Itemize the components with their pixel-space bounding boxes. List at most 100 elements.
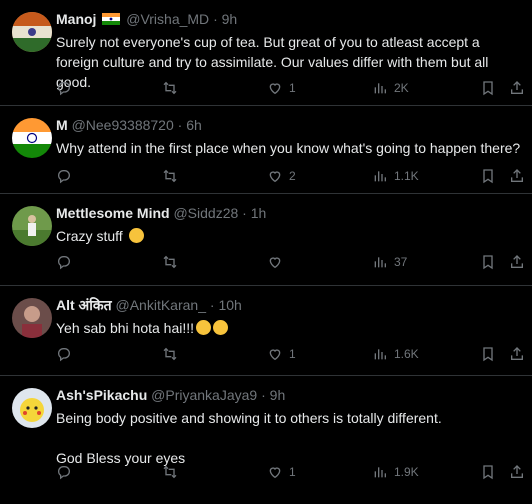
tweet[interactable]: M @Nee93388720 · 6h Why attend in the fi… <box>0 106 532 194</box>
flushed-emoji-icon <box>196 320 212 335</box>
bookmark-button[interactable] <box>480 254 496 270</box>
display-name[interactable]: Alt अंकित <box>56 297 112 313</box>
laughing-crying-emoji-icon <box>128 228 144 243</box>
reply-icon <box>58 82 70 96</box>
retweet-button[interactable] <box>162 464 178 480</box>
like-count: 2 <box>289 169 296 183</box>
share-button[interactable] <box>509 168 525 184</box>
india-flag-icon <box>102 11 121 25</box>
retweet-button[interactable] <box>162 168 178 184</box>
like-icon <box>269 349 281 361</box>
tweet[interactable]: Ash'sPikachu @PriyankaJaya9 · 9h Being b… <box>0 376 532 504</box>
avatar[interactable] <box>12 298 52 338</box>
share-button[interactable] <box>509 464 525 480</box>
reply-icon <box>58 466 70 480</box>
user-handle[interactable]: @Siddz28 <box>173 205 238 221</box>
tweet-text: Yeh sab bhi hota hai!!! <box>56 318 522 338</box>
reply-icon <box>58 348 70 362</box>
like-icon <box>269 83 281 95</box>
like-icon <box>269 171 281 183</box>
share-icon <box>511 81 523 94</box>
like-button[interactable]: 1 <box>267 464 296 480</box>
reply-button[interactable] <box>56 254 72 270</box>
avatar[interactable] <box>12 12 52 52</box>
bookmark-button[interactable] <box>480 464 496 480</box>
bookmark-button[interactable] <box>480 346 496 362</box>
share-icon <box>511 255 523 268</box>
separator-dot: · <box>261 387 266 403</box>
view-count: 2K <box>394 81 409 95</box>
view-count: 1.9K <box>394 465 419 479</box>
display-name[interactable]: Mettlesome Mind <box>56 205 170 221</box>
display-name[interactable]: Manoj <box>56 11 96 27</box>
reply-button[interactable] <box>56 168 72 184</box>
tweet-text: Why attend in the first place when you k… <box>56 140 521 156</box>
retweet-button[interactable] <box>162 254 178 270</box>
bookmark-button[interactable] <box>480 80 496 96</box>
reply-button[interactable] <box>56 346 72 362</box>
views-button[interactable]: 1.9K <box>372 464 419 480</box>
views-button[interactable]: 1.6K <box>372 346 419 362</box>
retweet-icon <box>163 465 177 479</box>
retweet-icon <box>163 255 177 269</box>
share-icon <box>511 347 523 360</box>
timestamp[interactable]: 1h <box>251 205 267 221</box>
views-icon <box>374 467 386 478</box>
user-handle[interactable]: @Vrisha_MD <box>126 11 209 27</box>
user-handle[interactable]: @Nee93388720 <box>72 117 174 133</box>
reply-button[interactable] <box>56 464 72 480</box>
view-count: 1.1K <box>394 169 419 183</box>
user-handle[interactable]: @PriyankaJaya9 <box>151 387 257 403</box>
display-name[interactable]: M <box>56 117 68 133</box>
timestamp[interactable]: 6h <box>186 117 202 133</box>
like-count: 1 <box>289 81 296 95</box>
like-button[interactable] <box>267 254 283 270</box>
bookmark-icon <box>483 169 493 184</box>
share-button[interactable] <box>509 346 525 362</box>
bookmark-button[interactable] <box>480 168 496 184</box>
tweet-text-content: Crazy stuff <box>56 228 123 244</box>
retweet-button[interactable] <box>162 346 178 362</box>
tweet[interactable]: Alt अंकित @AnkitKaran_ · 10h Yeh sab bhi… <box>0 286 532 376</box>
timestamp[interactable]: 10h <box>218 297 241 313</box>
like-icon <box>269 257 281 269</box>
view-count: 1.6K <box>394 347 419 361</box>
bookmark-icon <box>483 347 493 362</box>
avatar[interactable] <box>12 118 52 158</box>
tweet-text: Being body positive and showing it to ot… <box>56 410 442 466</box>
astonished-emoji-icon <box>213 320 229 335</box>
separator-dot: · <box>209 297 215 313</box>
share-button[interactable] <box>509 80 525 96</box>
retweet-button[interactable] <box>162 80 178 96</box>
like-count: 1 <box>289 347 296 361</box>
separator-dot: · <box>242 205 247 221</box>
like-button[interactable]: 1 <box>267 80 296 96</box>
like-button[interactable]: 1 <box>267 346 296 362</box>
views-button[interactable]: 2K <box>372 80 409 96</box>
reply-feed: Manoj @Vrisha_MD · 9h Surely not everyon… <box>0 0 532 504</box>
view-count: 37 <box>394 255 408 269</box>
tweet[interactable]: Mettlesome Mind @Siddz28 · 1h Crazy stuf… <box>0 194 532 286</box>
avatar[interactable] <box>12 206 52 246</box>
views-icon <box>374 83 386 94</box>
reply-icon <box>58 170 70 184</box>
like-count: 1 <box>289 465 296 479</box>
bookmark-icon <box>483 81 493 96</box>
share-button[interactable] <box>509 254 525 270</box>
like-button[interactable]: 2 <box>267 168 296 184</box>
tweet[interactable]: Manoj @Vrisha_MD · 9h Surely not everyon… <box>0 0 532 106</box>
bookmark-icon <box>483 465 493 480</box>
avatar[interactable] <box>12 388 52 428</box>
views-button[interactable]: 37 <box>372 254 407 270</box>
retweet-icon <box>163 347 177 361</box>
tweet-text: Crazy stuff <box>56 226 522 246</box>
tweet-text-content: Yeh sab bhi hota hai!!! <box>56 320 195 336</box>
views-icon <box>374 171 386 182</box>
separator-dot: · <box>177 117 183 133</box>
user-handle[interactable]: @AnkitKaran_ <box>116 297 206 313</box>
timestamp[interactable]: 9h <box>222 11 238 27</box>
timestamp[interactable]: 9h <box>270 387 286 403</box>
reply-button[interactable] <box>56 80 72 96</box>
views-button[interactable]: 1.1K <box>372 168 419 184</box>
display-name[interactable]: Ash'sPikachu <box>56 387 147 403</box>
